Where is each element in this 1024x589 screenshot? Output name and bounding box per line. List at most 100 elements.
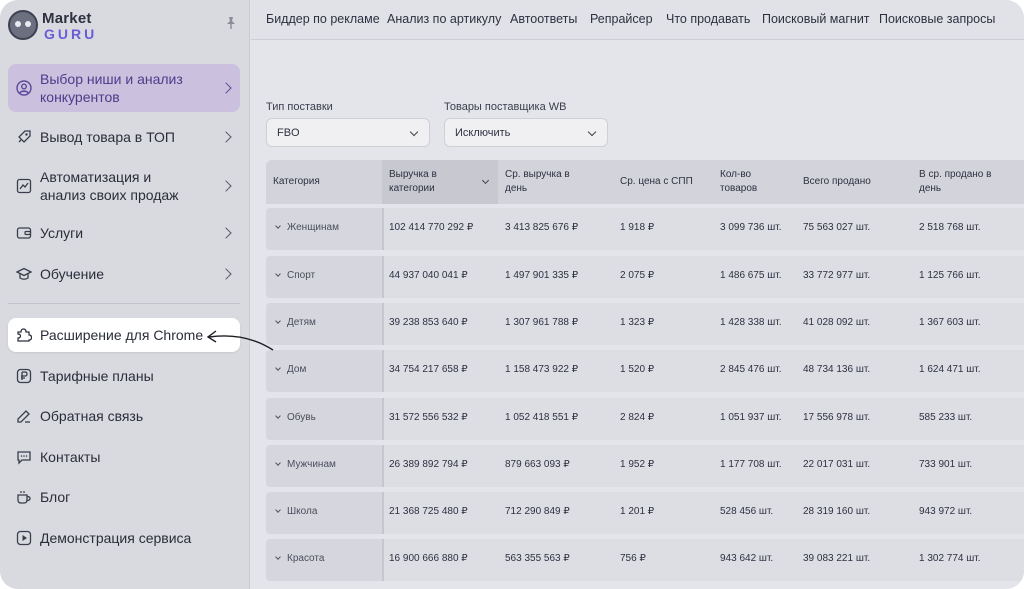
sidebar-item-label: Автоматизация и анализ своих продаж [40,169,179,203]
tab-search-queries[interactable]: Поисковые запросы [879,12,995,26]
sidebar-item-label: Контакты [40,449,101,465]
sidebar-item-demo[interactable]: Демонстрация сервиса [8,523,240,553]
col-header-avg-price[interactable]: Ср. цена с СПП [620,160,710,204]
table-cell: 1 201 ₽ [620,506,655,517]
wb-goods-select[interactable]: Исключить [444,118,608,147]
category-name: Обувь [274,412,316,423]
table-cell: 3 413 825 676 ₽ [505,222,579,233]
sidebar-item-services[interactable]: Услуги [8,218,240,248]
sort-desc-icon [481,176,490,185]
tab-article-analysis[interactable]: Анализ по артикулу [387,12,501,26]
table-row[interactable]: Школа 21 368 725 480 ₽ 712 290 849 ₽ 1 201 … [266,492,1024,534]
sidebar-item-niche[interactable]: Выбор ниши и анализ конкурентов [8,64,240,112]
col-header-label: В ср. продано в день [919,169,992,194]
sidebar-item-tariffs[interactable]: Тарифные планы [8,361,240,391]
sidebar-item-label: Выбор ниши и анализ конкурентов [40,71,183,105]
table-row[interactable]: Дом 34 754 217 658 ₽ 1 158 473 922 ₽ 1 520 … [266,350,1024,392]
sidebar-item-label: Обучение [40,266,105,282]
supply-type-select[interactable]: FBO [266,118,430,147]
expand-chevron-icon[interactable] [275,413,281,419]
table-cell: 48 734 136 шт. [803,364,871,375]
table-cell: 1 158 473 922 ₽ [505,364,579,375]
mascot-icon [8,10,38,40]
sidebar-item-top[interactable]: Вывод товара в ТОП [8,122,240,152]
table-row[interactable]: Красота 16 900 666 880 ₽ 563 355 563 ₽ 756 … [266,539,1024,581]
expand-chevron-icon[interactable] [275,223,281,229]
sidebar-item-blog[interactable]: Блог [8,482,240,512]
expand-chevron-icon[interactable] [275,271,281,277]
category-cell[interactable]: Детям [266,303,382,345]
col-header-revenue[interactable]: Выручка в категории [382,160,498,204]
table-row[interactable]: Детям 39 238 853 640 ₽ 1 307 961 788 ₽ 1 32… [266,303,1024,345]
logo[interactable]: Market GURU [8,8,128,44]
sidebar-item-learning[interactable]: Обучение [8,259,240,289]
category-cell[interactable]: Дом [266,350,382,392]
table-cell: 2 075 ₽ [620,270,655,281]
col-header-category[interactable]: Категория [273,160,381,204]
chevron-down-icon [409,127,419,137]
col-header-avg-revenue-day[interactable]: Ср. выручка в день [505,160,585,204]
table-cell: 1 052 418 551 ₽ [505,412,579,423]
table-cell: 1 428 338 шт. [720,317,782,328]
sidebar-item-contacts[interactable]: Контакты [8,442,240,472]
table-cell: 1 497 901 335 ₽ [505,270,579,281]
col-header-total-sold[interactable]: Всего продано [803,160,903,204]
table-row[interactable]: Обувь 31 572 556 532 ₽ 1 052 418 551 ₽ 2 82… [266,398,1024,440]
chevron-right-icon [220,268,232,280]
category-cell[interactable]: Спорт [266,256,382,298]
sidebar: Market GURU Выбор ниши и анализ конкурен… [0,0,250,589]
column-separator [382,539,384,581]
expand-chevron-icon[interactable] [275,554,281,560]
category-cell[interactable]: Школа [266,492,382,534]
category-name: Школа [274,506,317,517]
sidebar-item-label: Услуги [40,225,84,241]
category-cell[interactable]: Женщинам [266,208,382,250]
category-label: Обувь [287,412,316,423]
tab-autoreplies[interactable]: Автоответы [510,12,577,26]
expand-chevron-icon[interactable] [275,507,281,513]
pin-icon[interactable] [224,16,238,30]
table-row[interactable]: Женщинам 102 414 770 292 ₽ 3 413 825 676 ₽… [266,208,1024,250]
table-cell: 585 233 шт. [919,412,973,423]
supply-type-value: FBO [277,127,300,139]
sidebar-item-label: Демонстрация сервиса [40,530,192,546]
sidebar-item-automation[interactable]: Автоматизация и анализ своих продаж [8,166,240,206]
chevron-right-icon [220,227,232,239]
table-cell: 3 099 736 шт. [720,222,782,233]
table-cell: 1 918 ₽ [620,222,655,233]
col-header-avg-sold-day[interactable]: В ср. продано в день [919,160,1009,204]
table-cell: 39 083 221 шт. [803,553,871,564]
category-cell[interactable]: Мужчинам [266,445,382,487]
tab-ad-bidder[interactable]: Биддер по рекламе [266,12,380,26]
table-row[interactable]: Спорт 44 937 040 041 ₽ 1 497 901 335 ₽ 2 07… [266,256,1024,298]
column-separator [382,398,384,440]
table-cell: 21 368 725 480 ₽ [389,506,468,517]
expand-chevron-icon[interactable] [275,460,281,466]
wallet-icon [16,227,32,239]
table-cell: 1 486 675 шт. [720,270,782,281]
expand-chevron-icon[interactable] [275,365,281,371]
table-cell: 1 307 961 788 ₽ [505,317,579,328]
tab-what-to-sell[interactable]: Что продавать [666,12,750,26]
column-separator [382,350,384,392]
sidebar-item-label: Тарифные планы [40,368,154,384]
col-header-goods-count[interactable]: Кол-во товаров [720,160,780,204]
sidebar-item-feedback[interactable]: Обратная связь [8,401,240,431]
column-separator [382,256,384,298]
top-menu: Биддер по рекламе Анализ по артикулу Авт… [251,0,1024,40]
tab-search-magnet[interactable]: Поисковый магнит [762,12,870,26]
category-cell[interactable]: Обувь [266,398,382,440]
ruble-icon [16,368,32,384]
category-label: Школа [287,506,318,517]
column-separator [382,303,384,345]
logo-text-guru: GURU [44,26,98,42]
table-row[interactable]: Мужчинам 26 389 892 794 ₽ 879 663 093 ₽ 1 9… [266,445,1024,487]
chevron-down-icon [587,127,597,137]
table-cell: 16 900 666 880 ₽ [389,553,468,564]
table-cell: 1 520 ₽ [620,364,655,375]
category-label: Красота [287,553,325,564]
tab-repricer[interactable]: Репрайсер [590,12,653,26]
table-cell: 34 754 217 658 ₽ [389,364,468,375]
table-cell: 1 177 708 шт. [720,459,782,470]
category-cell[interactable]: Красота [266,539,382,581]
